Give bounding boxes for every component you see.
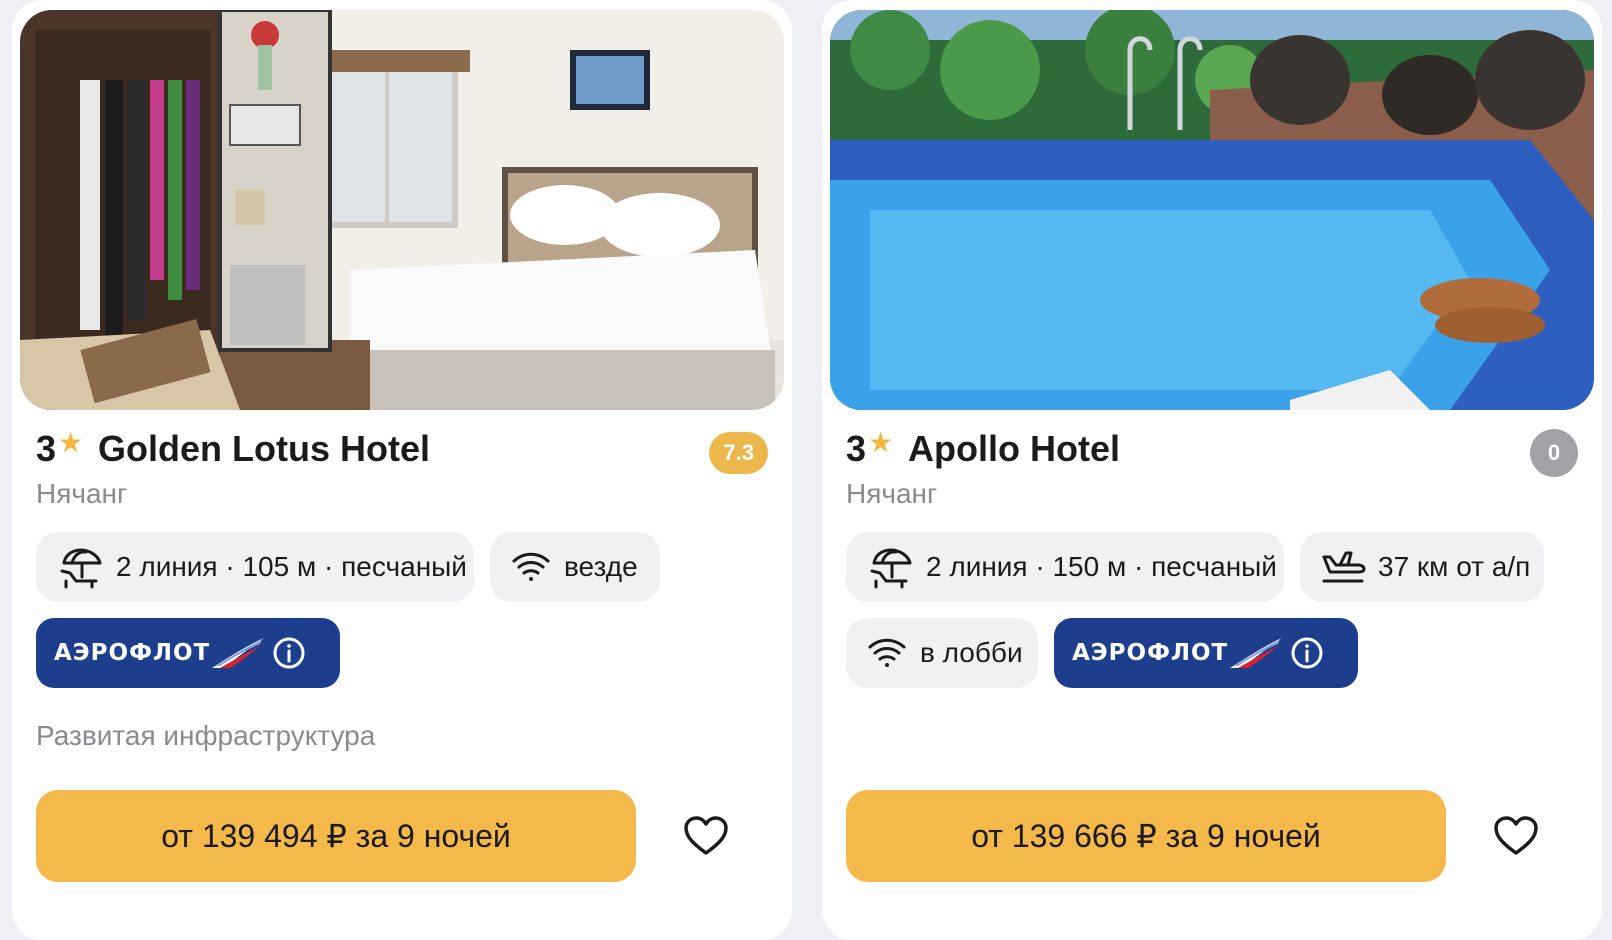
info-icon[interactable] <box>1290 636 1324 670</box>
hotel-name[interactable]: Apollo Hotel <box>908 428 1120 470</box>
airport-distance: 37 км от а/п <box>1378 551 1531 582</box>
plane-landing-icon <box>1322 551 1366 583</box>
star-icon: ★ <box>58 427 84 458</box>
beach-info: 2 линия · 105 м · песчаный <box>116 551 467 582</box>
stars-count: 3 <box>36 428 57 469</box>
hotel-stars: 3 ★ <box>36 427 84 470</box>
price-button[interactable]: от 139 494 ₽ за 9 ночей <box>36 790 636 882</box>
aeroflot-wing-icon <box>212 638 265 668</box>
wifi-chip: везде <box>490 532 660 602</box>
hotel-name[interactable]: Golden Lotus Hotel <box>98 428 430 470</box>
hotel-room-photo[interactable] <box>20 10 784 410</box>
aeroflot-logo: АЭРОФЛОТ <box>54 640 211 666</box>
hotel-city: Нячанг <box>36 478 128 509</box>
hotel-card-apollo[interactable]: 3 ★ Apollo Hotel 0 Нячанг 2 линия · 150 м… <box>822 0 1602 940</box>
beach-umbrella-icon <box>60 548 102 589</box>
wifi-chip: в лобби <box>846 618 1038 688</box>
beach-info: 2 линия · 150 м · песчаный <box>926 551 1277 582</box>
favorite-heart-icon[interactable] <box>1492 812 1540 860</box>
beach-chip: 2 линия · 105 м · песчаный <box>36 532 474 602</box>
beach-umbrella-icon <box>870 548 912 589</box>
aeroflot-wing-icon <box>1230 638 1283 668</box>
wifi-icon <box>868 638 906 667</box>
hotel-title-row: 3 ★ Apollo Hotel 0 <box>846 424 1578 477</box>
price-button[interactable]: от 139 666 ₽ за 9 ночей <box>846 790 1446 882</box>
favorite-heart-icon[interactable] <box>682 812 730 860</box>
wifi-icon <box>512 552 550 581</box>
wifi-info: везде <box>564 551 638 582</box>
aeroflot-logo: АЭРОФЛОТ <box>1072 640 1229 666</box>
rating-badge: 0 <box>1530 429 1578 477</box>
hotel-city: Нячанг <box>846 478 938 509</box>
hotel-stars: 3 ★ <box>846 427 894 470</box>
stars-count: 3 <box>846 428 867 469</box>
aeroflot-badge[interactable]: АЭРОФЛОТ <box>36 618 340 688</box>
airport-chip: 37 км от а/п <box>1300 532 1544 602</box>
aeroflot-badge[interactable]: АЭРОФЛОТ <box>1054 618 1358 688</box>
star-icon: ★ <box>868 427 894 458</box>
beach-chip: 2 линия · 150 м · песчаный <box>846 532 1284 602</box>
hotel-title-row: 3 ★ Golden Lotus Hotel 7.3 <box>36 424 768 476</box>
hotel-feature: Развитая инфраструктура <box>36 720 376 751</box>
hotel-card-golden-lotus[interactable]: 3 ★ Golden Lotus Hotel 7.3 Нячанг 2 линия… <box>12 0 792 940</box>
rating-badge: 7.3 <box>709 432 768 474</box>
wifi-info: в лобби <box>920 637 1023 668</box>
rooftop-pool-photo[interactable] <box>830 10 1594 410</box>
info-icon[interactable] <box>272 636 306 670</box>
